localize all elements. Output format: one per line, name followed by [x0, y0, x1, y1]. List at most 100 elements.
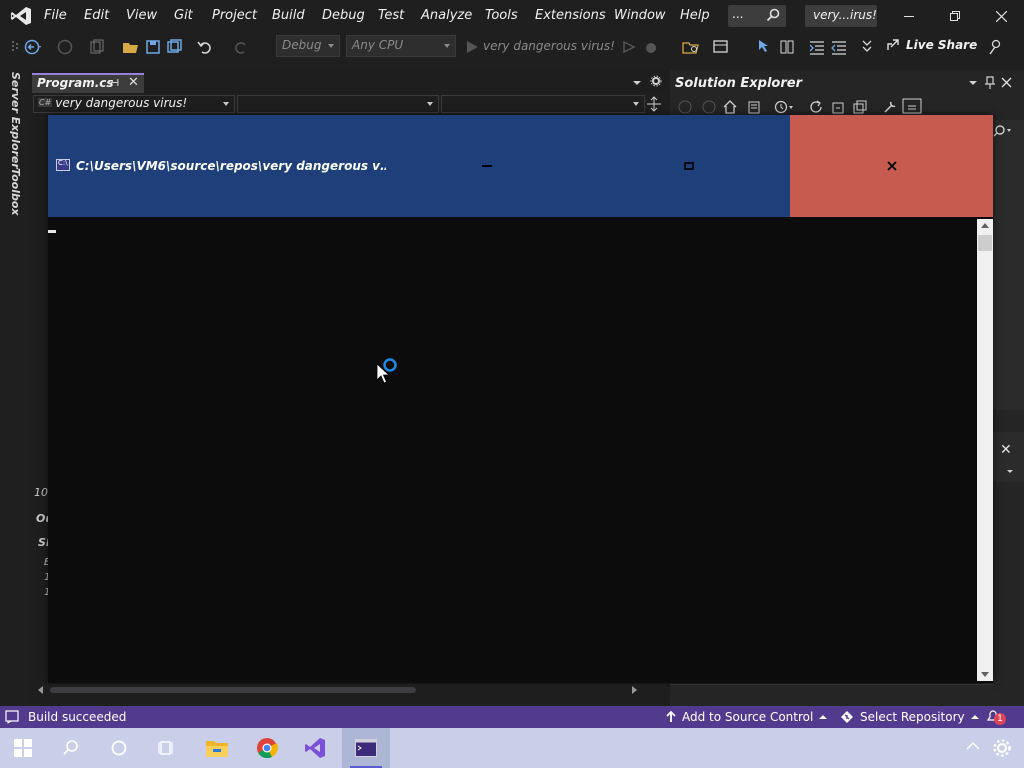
indent-icon[interactable] — [808, 38, 826, 56]
scrollbar-thumb[interactable] — [978, 235, 992, 251]
forward-icon[interactable] — [56, 38, 74, 56]
solution-folder-icon[interactable] — [682, 38, 700, 56]
properties-wrench-icon[interactable] — [882, 100, 898, 114]
properties-close-icon[interactable]: ✕ — [1000, 442, 1012, 458]
undo-icon[interactable] — [196, 38, 214, 56]
history-icon[interactable] — [774, 100, 796, 114]
collapse-all-icon[interactable] — [830, 100, 846, 114]
close-button[interactable] — [978, 0, 1024, 32]
configuration-dropdown[interactable]: Debug — [276, 35, 340, 57]
tab-list-chevron-down-icon[interactable] — [632, 78, 642, 88]
scroll-up-arrow-icon[interactable] — [981, 223, 989, 228]
system-tray-chevron-up-icon[interactable] — [966, 741, 980, 751]
show-all-files-icon[interactable] — [852, 100, 868, 114]
back-icon[interactable] — [678, 100, 692, 114]
minimize-button[interactable] — [886, 0, 932, 32]
console-vertical-scrollbar[interactable] — [977, 219, 993, 681]
layout-icon[interactable] — [712, 38, 730, 56]
pointer-tool-icon[interactable] — [756, 38, 774, 56]
redo-icon[interactable] — [232, 38, 250, 56]
pin-icon[interactable]: ⊣ — [110, 78, 119, 89]
feedback-icon[interactable] — [986, 38, 1004, 56]
tab-close-icon[interactable]: ✕ — [128, 75, 139, 90]
switch-views-icon[interactable] — [746, 100, 762, 114]
split-icon[interactable] — [778, 38, 796, 56]
status-output-icon[interactable] — [5, 710, 19, 724]
save-icon[interactable] — [144, 38, 162, 56]
menu-git[interactable]: Git — [174, 8, 193, 23]
search-text: ... — [732, 7, 744, 21]
document-tab-program-cs[interactable]: Program.cs ⊣ ✕ — [32, 73, 144, 93]
console-taskbar-button[interactable] — [342, 728, 390, 768]
menu-tools[interactable]: Tools — [485, 8, 518, 23]
taskbar-search-button[interactable] — [58, 736, 84, 760]
notification-count-badge: 1 — [994, 713, 1006, 725]
new-item-icon[interactable] — [88, 38, 106, 56]
close-icon[interactable] — [1001, 77, 1012, 88]
toolbox-tab[interactable]: Toolbox — [9, 168, 22, 216]
start-target-label[interactable]: very dangerous virus! — [483, 39, 615, 53]
chrome-icon — [257, 738, 278, 759]
scroll-down-arrow-icon[interactable] — [981, 672, 989, 677]
hot-reload-icon[interactable] — [642, 38, 660, 56]
menu-debug[interactable]: Debug — [322, 8, 365, 23]
git-diamond-icon — [841, 711, 853, 723]
menu-file[interactable]: File — [44, 8, 67, 23]
menu-build[interactable]: Build — [272, 8, 305, 23]
chevron-down-icon — [444, 44, 450, 48]
task-view-button[interactable] — [154, 736, 180, 760]
menu-analyze[interactable]: Analyze — [421, 8, 472, 23]
solution-explorer-title: Solution Explorer — [675, 76, 802, 91]
console-minimize-button[interactable] — [386, 115, 587, 217]
back-icon[interactable] — [24, 38, 42, 56]
chrome-taskbar-button[interactable] — [254, 736, 280, 760]
notifications-button[interactable]: 1 — [986, 709, 1010, 725]
solution-name[interactable]: very...irus! — [805, 5, 877, 27]
chevron-down-icon[interactable] — [1006, 468, 1014, 476]
forward-icon[interactable] — [702, 100, 716, 114]
add-to-source-control-button[interactable]: Add to Source Control — [666, 710, 828, 724]
menu-edit[interactable]: Edit — [84, 8, 109, 23]
select-repository-button[interactable]: Select Repository — [840, 710, 979, 724]
start-without-debug-icon[interactable] — [620, 38, 638, 56]
toolbar-overflow-icon[interactable] — [858, 38, 876, 56]
restore-button[interactable] — [932, 0, 978, 32]
nav-type-dropdown[interactable] — [237, 95, 439, 113]
nav-member-dropdown[interactable] — [441, 95, 645, 113]
menu-test[interactable]: Test — [378, 8, 404, 23]
save-all-icon[interactable] — [166, 38, 184, 56]
gear-icon[interactable] — [650, 75, 662, 87]
open-folder-icon[interactable] — [122, 38, 140, 56]
outdent-icon[interactable] — [830, 38, 848, 56]
live-share-button[interactable]: Live Share — [886, 38, 977, 52]
editor-horizontal-scrollbar[interactable] — [36, 684, 666, 696]
menu-view[interactable]: View — [126, 8, 157, 23]
solution-explorer-scrollbar[interactable] — [670, 684, 994, 696]
server-explorer-tab[interactable]: Server Explorer — [9, 72, 22, 169]
search-icon[interactable] — [992, 124, 1014, 138]
settings-gear-icon[interactable] — [992, 738, 1012, 758]
platform-dropdown[interactable]: Any CPU — [346, 35, 456, 57]
split-editor-icon[interactable] — [647, 96, 661, 112]
chevron-down-icon[interactable] — [968, 78, 978, 88]
preview-selected-icon[interactable] — [902, 98, 922, 114]
search-box[interactable]: ... — [728, 5, 786, 27]
menu-help[interactable]: Help — [680, 8, 710, 23]
file-explorer-taskbar-button[interactable] — [204, 736, 230, 760]
console-close-button[interactable] — [790, 115, 993, 217]
nav-project-dropdown[interactable]: C# very dangerous virus! — [33, 95, 235, 113]
scroll-right-arrow-icon[interactable] — [632, 686, 638, 694]
menu-extensions[interactable]: Extensions — [535, 8, 606, 23]
start-debug-icon[interactable] — [463, 38, 481, 56]
console-maximize-button[interactable] — [588, 115, 789, 217]
scroll-left-arrow-icon[interactable] — [38, 686, 44, 694]
pin-icon[interactable] — [984, 76, 996, 90]
scrollbar-thumb[interactable] — [50, 687, 416, 693]
home-icon[interactable] — [722, 100, 738, 114]
cortana-button[interactable] — [106, 736, 132, 760]
refresh-icon[interactable] — [808, 100, 824, 114]
start-button[interactable] — [10, 736, 36, 760]
menu-project[interactable]: Project — [212, 8, 257, 23]
menu-window[interactable]: Window — [614, 8, 666, 23]
visual-studio-taskbar-button[interactable] — [302, 736, 328, 760]
